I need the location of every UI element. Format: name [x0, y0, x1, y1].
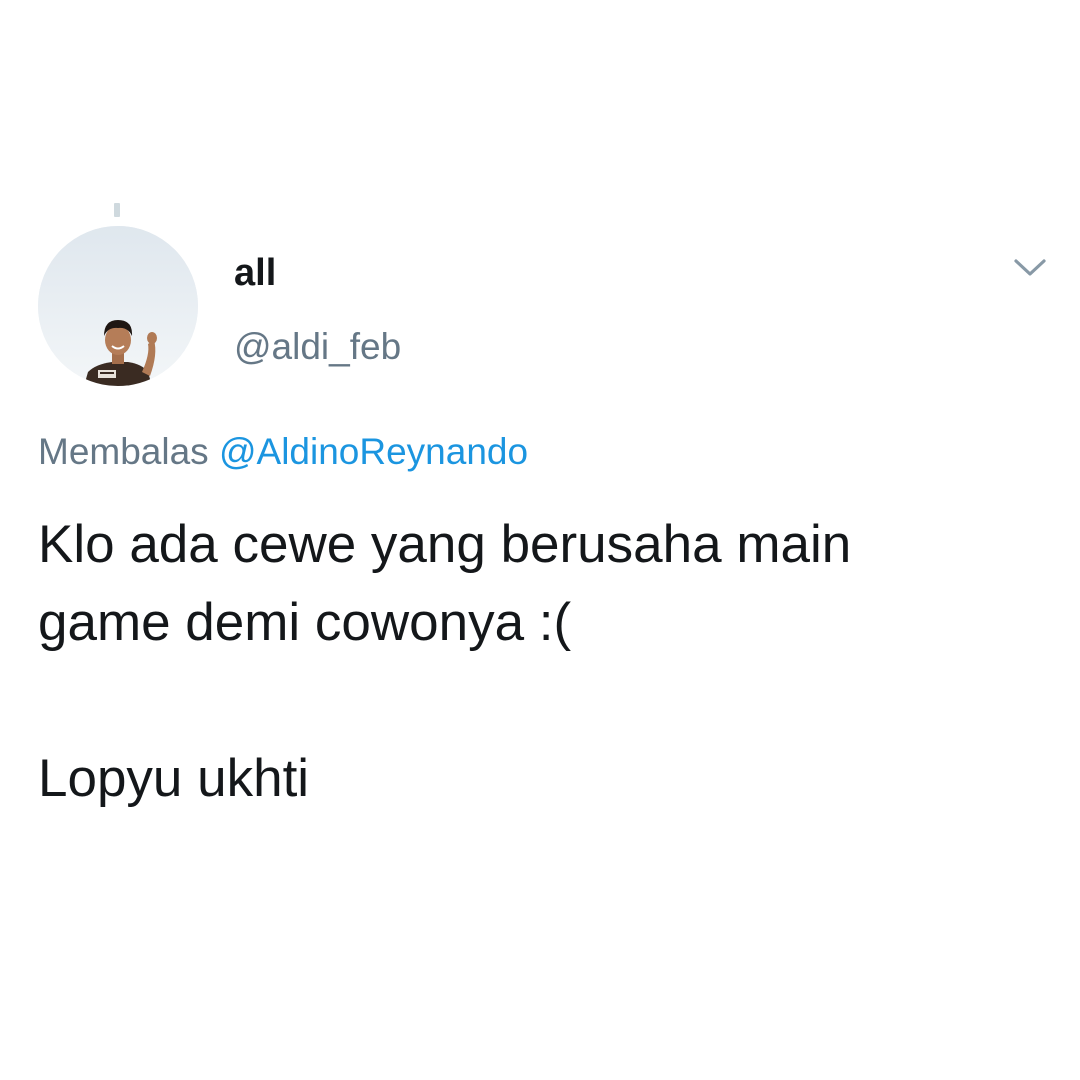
tweet-text: Klo ada cewe yang berusaha main game dem… — [38, 506, 1048, 818]
tweet-text-line: game demi cowonya :( — [38, 593, 572, 652]
thread-connector-line — [114, 203, 120, 217]
display-name[interactable]: all — [234, 250, 276, 296]
tweet-card: all @aldi_feb Membalas @AldinoReynando K… — [0, 0, 1080, 1080]
avatar-photo — [38, 226, 198, 386]
chevron-down-icon[interactable] — [1008, 250, 1052, 286]
tweet-text-line: Lopyu ukhti — [38, 749, 310, 808]
tweet-text-line: Klo ada cewe yang berusaha main — [38, 515, 852, 574]
avatar[interactable] — [38, 226, 198, 386]
user-handle[interactable]: @aldi_feb — [234, 324, 401, 370]
reply-context: Membalas @AldinoReynando — [38, 428, 528, 476]
reply-mention-link[interactable]: @AldinoReynando — [219, 431, 528, 472]
reply-prefix: Membalas — [38, 431, 209, 472]
